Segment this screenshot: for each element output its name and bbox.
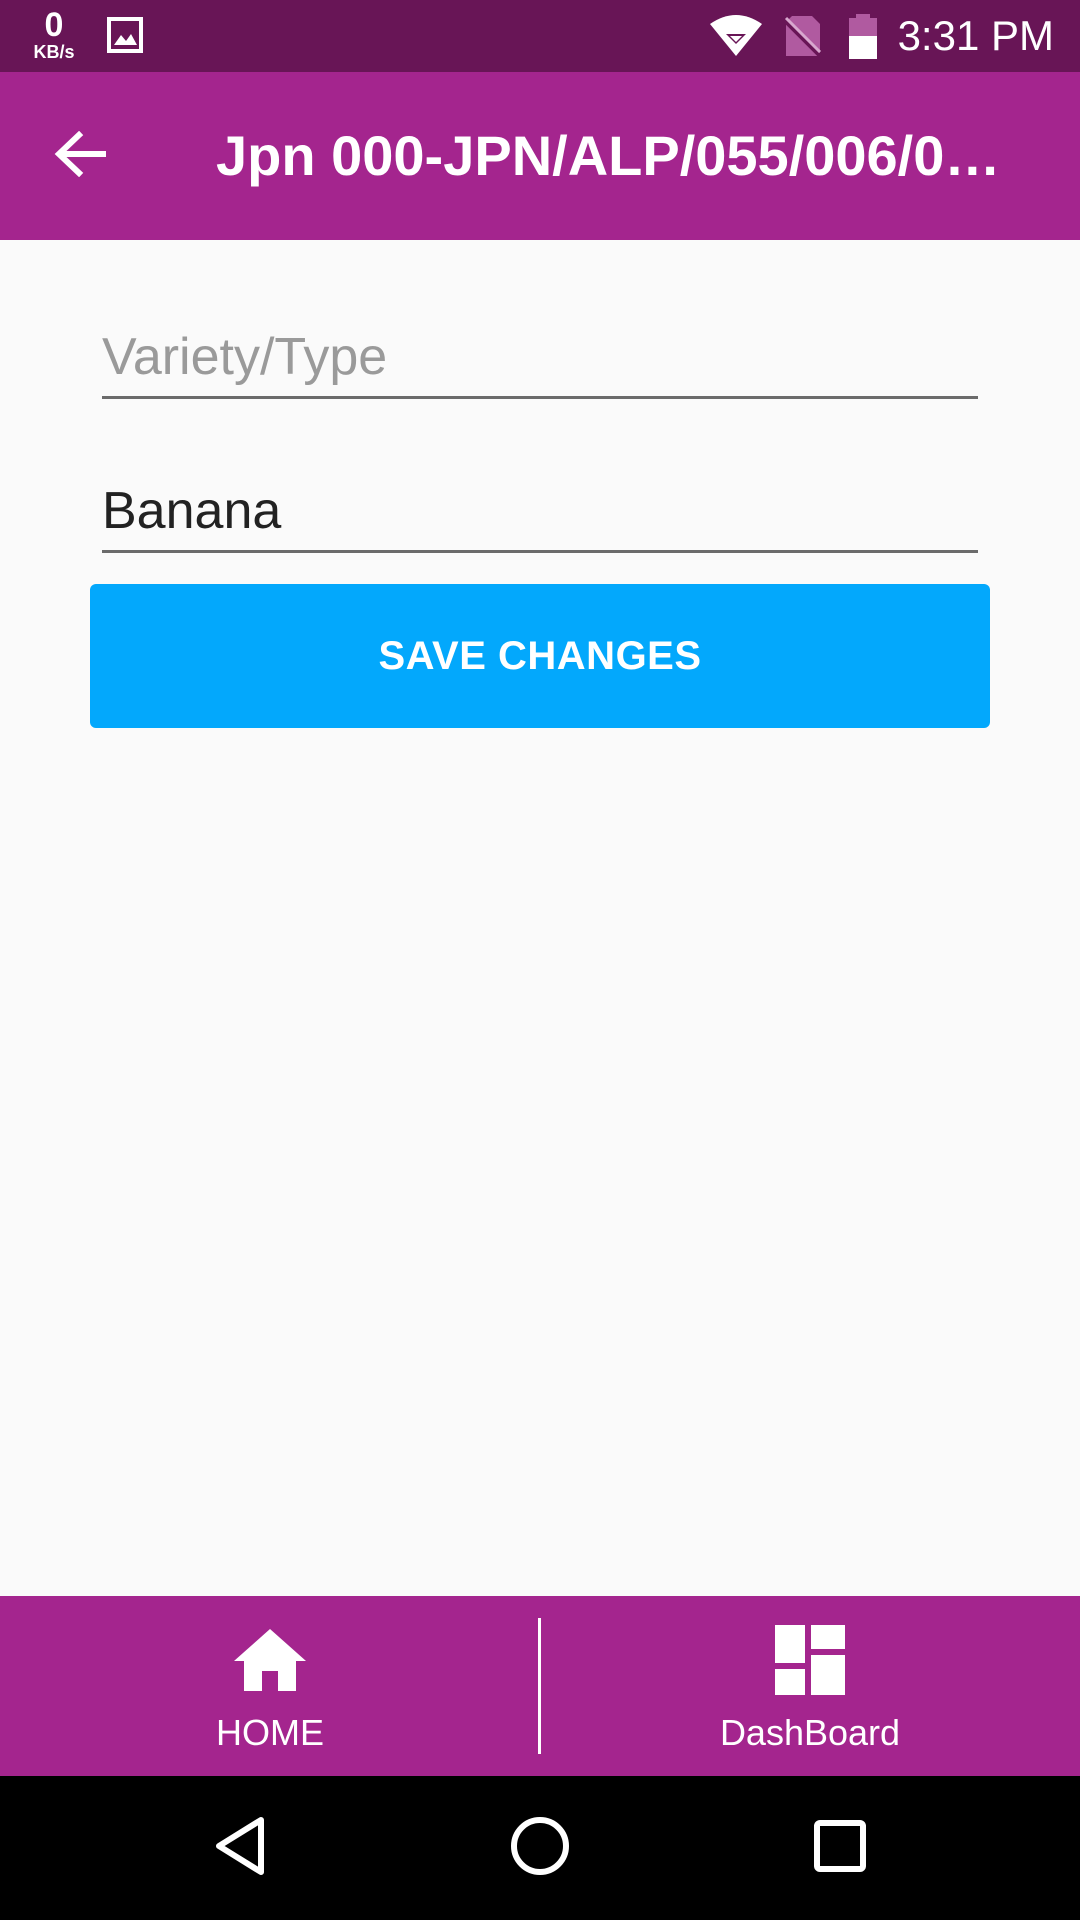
image-icon	[106, 16, 144, 59]
nav-dashboard-label: DashBoard	[719, 1712, 901, 1753]
nav-home[interactable]: HOME	[0, 1596, 540, 1776]
name-input[interactable]	[102, 472, 978, 550]
system-back-button[interactable]	[180, 1776, 300, 1920]
nav-dashboard[interactable]: DashBoard	[540, 1596, 1080, 1776]
save-changes-button[interactable]: SAVE CHANGES	[90, 584, 990, 728]
home-icon	[232, 1622, 308, 1698]
wifi-icon	[708, 14, 764, 63]
network-speed-value: 0	[44, 6, 64, 44]
clock: 3:31 PM	[897, 12, 1054, 59]
system-navigation-bar	[0, 1776, 1080, 1920]
bottom-navigation: HOME DashBoard	[0, 1596, 1080, 1776]
system-recents-button[interactable]	[780, 1776, 900, 1920]
network-speed: 0 KB/s	[26, 8, 82, 61]
app-bar: Jpn 000-JPN/ALP/055/006/0…	[0, 72, 1080, 240]
triangle-back-icon	[213, 1816, 267, 1881]
back-button[interactable]	[40, 116, 120, 196]
battery-icon	[846, 14, 880, 65]
name-field	[102, 472, 978, 553]
square-recents-icon	[813, 1819, 867, 1878]
arrow-left-icon	[53, 130, 107, 182]
circle-home-icon	[510, 1816, 570, 1881]
variety-type-input[interactable]	[102, 318, 978, 396]
dashboard-icon	[775, 1622, 845, 1698]
system-home-button[interactable]	[480, 1776, 600, 1920]
page-title: Jpn 000-JPN/ALP/055/006/0…	[216, 124, 1001, 187]
nav-home-label: HOME	[216, 1712, 324, 1753]
status-bar: 0 KB/s 3:31 PM	[0, 0, 1080, 72]
no-sim-icon	[782, 14, 822, 63]
network-speed-unit: KB/s	[33, 42, 75, 62]
variety-type-field	[102, 318, 978, 399]
